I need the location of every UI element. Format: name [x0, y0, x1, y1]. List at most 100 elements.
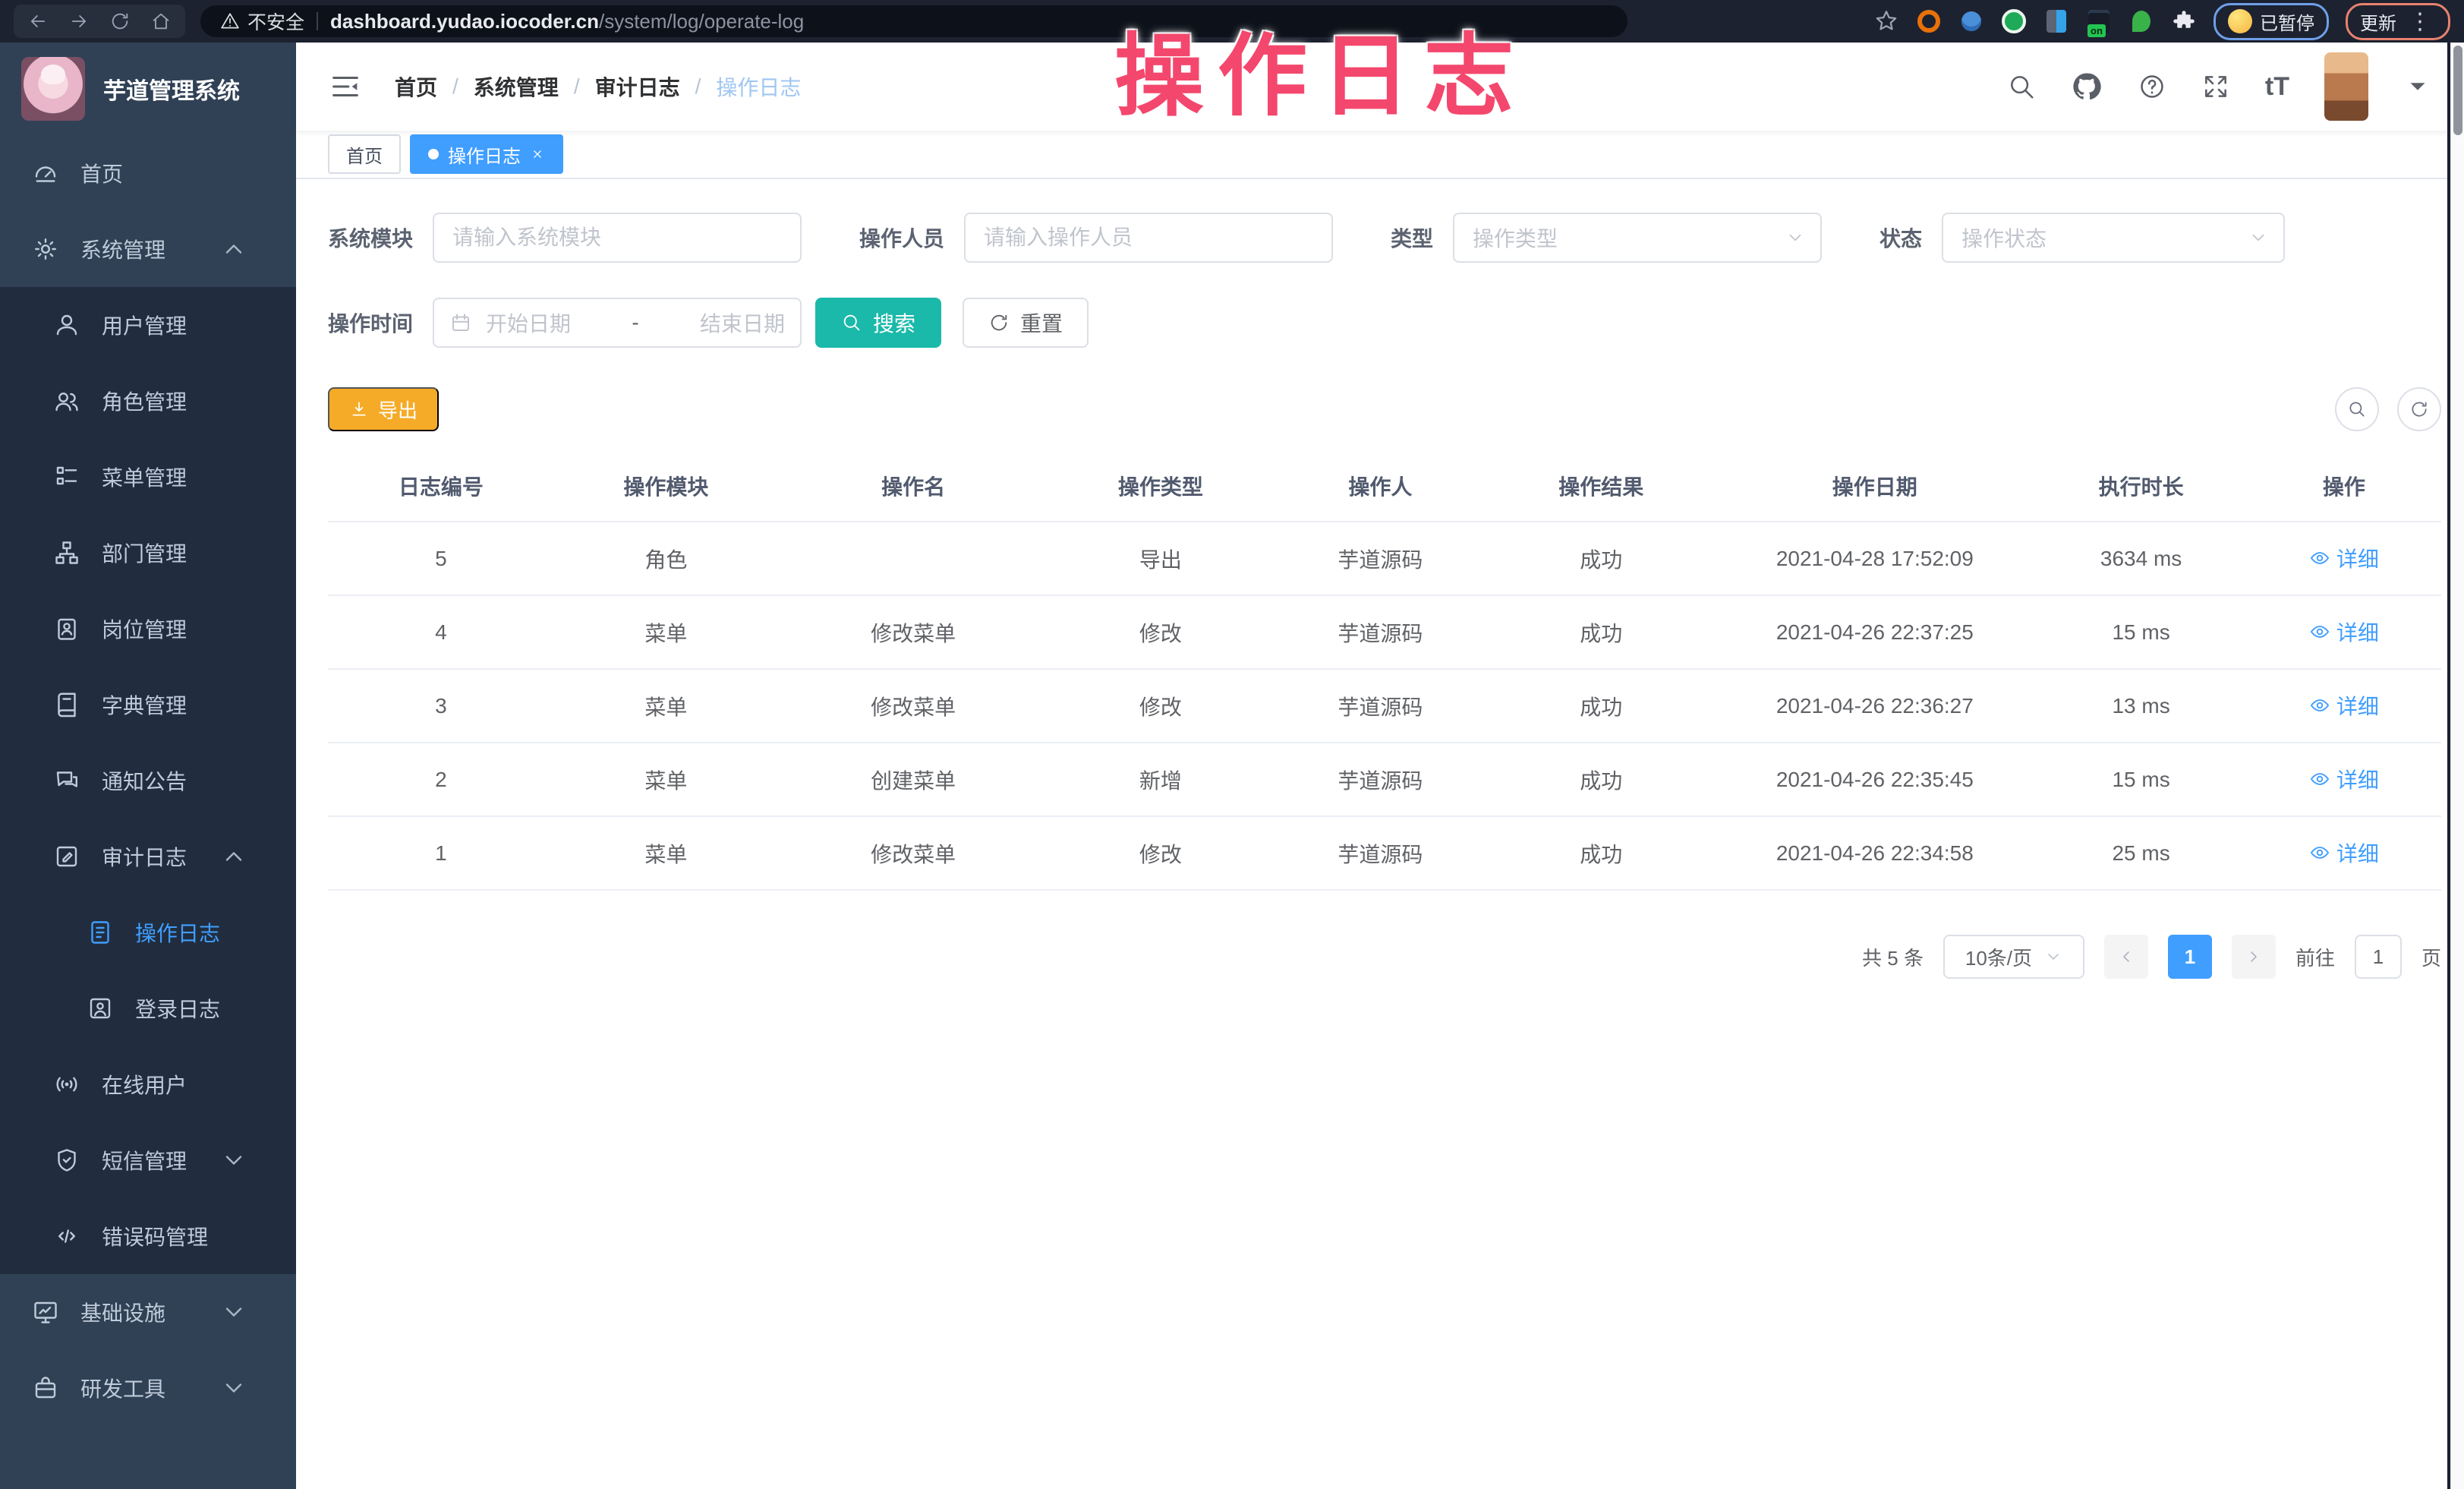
extension-green-circle-icon[interactable] — [2001, 8, 2027, 34]
browser-menu-icon[interactable]: ⋮ — [2404, 8, 2436, 35]
browser-update-button[interactable]: 更新 ⋮ — [2346, 3, 2450, 40]
audit-log-icon — [53, 843, 80, 870]
detail-link[interactable]: 详细 — [2309, 838, 2379, 868]
browser-reload-icon[interactable] — [103, 6, 137, 36]
paused-label: 已暂停 — [2260, 8, 2314, 35]
font-size-icon[interactable]: tT — [2265, 72, 2289, 102]
tab-home[interactable]: 首页 — [328, 134, 401, 174]
date-range-picker[interactable]: 开始日期 - 结束日期 — [433, 298, 802, 348]
sidebar-item-login-log[interactable]: 登录日志 — [0, 970, 296, 1046]
reset-button[interactable]: 重置 — [963, 298, 1089, 348]
sidebar-item-post-management[interactable]: 岗位管理 — [0, 591, 296, 667]
chevron-down-icon — [220, 1147, 247, 1174]
operator-input[interactable] — [964, 213, 1333, 263]
table-cell: 芋道源码 — [1272, 595, 1488, 669]
col-module: 操作模块 — [554, 457, 778, 522]
table-body: 5角色导出芋道源码成功2021-04-28 17:52:093634 ms详细4… — [328, 522, 2441, 890]
detail-link[interactable]: 详细 — [2309, 764, 2379, 794]
time-label: 操作时间 — [328, 308, 413, 338]
type-label: 类型 — [1391, 222, 1433, 253]
detail-link[interactable]: 详细 — [2309, 543, 2379, 573]
sidebar-item-system-management[interactable]: 系统管理 — [0, 211, 296, 287]
extension-leaf-icon[interactable] — [2128, 8, 2154, 34]
fullscreen-icon[interactable] — [2201, 72, 2230, 101]
table-cell: 15 ms — [2035, 595, 2246, 669]
sidebar-item-dict-management[interactable]: 字典管理 — [0, 667, 296, 743]
table-cell — [778, 522, 1048, 595]
start-date-placeholder: 开始日期 — [486, 308, 618, 338]
status-select[interactable]: 操作状态 — [1942, 213, 2285, 263]
search-button[interactable]: 搜索 — [815, 298, 941, 348]
table-row: 1菜单修改菜单修改芋道源码成功2021-04-26 22:34:5825 ms详… — [328, 816, 2441, 890]
user-icon — [53, 311, 80, 339]
extensions-puzzle-icon[interactable] — [2171, 8, 2197, 34]
module-input[interactable] — [433, 213, 802, 263]
close-icon[interactable] — [530, 147, 545, 162]
page-content: 系统模块 操作人员 类型 操作类型 状态 操作状 — [296, 179, 2464, 1489]
eye-icon — [2309, 621, 2330, 642]
sidebar-collapse-icon[interactable] — [328, 69, 363, 104]
sidebar-item-online-users[interactable]: 在线用户 — [0, 1046, 296, 1122]
sidebar-item-audit-log[interactable]: 审计日志 — [0, 819, 296, 894]
window-scrollbar[interactable] — [2450, 43, 2464, 1489]
table-cell: 成功 — [1488, 595, 1714, 669]
page-unit-label: 页 — [2421, 943, 2441, 971]
detail-link[interactable]: 详细 — [2309, 617, 2379, 647]
app-logo-row[interactable]: 芋道管理系统 — [0, 43, 296, 135]
help-icon[interactable] — [2138, 72, 2166, 101]
chevron-down-icon — [2044, 948, 2062, 966]
sidebar-item-dev-tools[interactable]: 研发工具 — [0, 1350, 296, 1426]
bookmark-star-icon[interactable] — [1873, 8, 1899, 34]
next-page-button[interactable] — [2232, 935, 2276, 979]
prev-page-button[interactable] — [2104, 935, 2148, 979]
breadcrumb-system[interactable]: 系统管理 — [474, 71, 559, 102]
browser-forward-icon[interactable] — [62, 6, 96, 36]
page-number-active[interactable]: 1 — [2168, 935, 2212, 979]
extension-pin-icon[interactable] — [1958, 8, 1984, 34]
sidebar-item-notice[interactable]: 通知公告 — [0, 743, 296, 819]
chevron-up-icon — [220, 843, 247, 870]
breadcrumb-audit-log[interactable]: 审计日志 — [595, 71, 680, 102]
user-avatar[interactable] — [2324, 52, 2368, 121]
table-row: 3菜单修改菜单修改芋道源码成功2021-04-26 22:36:2713 ms详… — [328, 669, 2441, 743]
pagination-total: 共 5 条 — [1862, 943, 1924, 971]
table-cell: 3634 ms — [2035, 522, 2246, 595]
tab-operate-log[interactable]: 操作日志 — [410, 134, 563, 174]
sidebar-item-department-management[interactable]: 部门管理 — [0, 515, 296, 591]
browser-home-icon[interactable] — [144, 6, 178, 36]
caret-down-icon[interactable] — [2403, 72, 2432, 101]
table-cell: 5 — [328, 522, 554, 595]
sidebar-item-role-management[interactable]: 角色管理 — [0, 363, 296, 439]
eye-icon — [2309, 695, 2330, 716]
breadcrumb-home[interactable]: 首页 — [395, 71, 437, 102]
gear-icon — [32, 235, 59, 263]
search-icon[interactable] — [2007, 72, 2036, 101]
table-row: 5角色导出芋道源码成功2021-04-28 17:52:093634 ms详细 — [328, 522, 2441, 595]
sidebar-item-menu-management[interactable]: 菜单管理 — [0, 439, 296, 515]
browser-back-icon[interactable] — [21, 6, 55, 36]
extension-on-badge: on — [2087, 24, 2106, 37]
sidebar-item-operate-log[interactable]: 操作日志 — [0, 894, 296, 970]
table-cell: 芋道源码 — [1272, 669, 1488, 743]
export-button[interactable]: 导出 — [328, 387, 439, 431]
dashboard-icon — [32, 159, 59, 187]
toggle-search-button[interactable] — [2335, 387, 2379, 431]
type-select[interactable]: 操作类型 — [1453, 213, 1822, 263]
extension-stack-icon[interactable]: on — [2086, 8, 2112, 34]
page-size-select[interactable]: 10条/页 — [1943, 935, 2084, 979]
sidebar-item-error-code[interactable]: 错误码管理 — [0, 1198, 296, 1274]
detail-link[interactable]: 详细 — [2309, 690, 2379, 721]
scrollbar-thumb[interactable] — [2453, 46, 2462, 135]
table-cell: 菜单 — [554, 743, 778, 816]
sidebar-item-sms-management[interactable]: 短信管理 — [0, 1122, 296, 1198]
goto-page-input[interactable] — [2355, 935, 2402, 979]
extension-orange-icon[interactable] — [1916, 8, 1942, 34]
extension-paused-pill[interactable]: 已暂停 — [2214, 3, 2329, 40]
refresh-table-button[interactable] — [2397, 387, 2441, 431]
extension-grid-icon[interactable] — [2043, 8, 2069, 34]
sidebar-item-home[interactable]: 首页 — [0, 135, 296, 211]
sidebar: 芋道管理系统 首页 系统管理 用户管理 角色管理 — [0, 43, 296, 1489]
sidebar-item-infrastructure[interactable]: 基础设施 — [0, 1274, 296, 1350]
github-icon[interactable] — [2071, 71, 2103, 103]
sidebar-item-user-management[interactable]: 用户管理 — [0, 287, 296, 363]
